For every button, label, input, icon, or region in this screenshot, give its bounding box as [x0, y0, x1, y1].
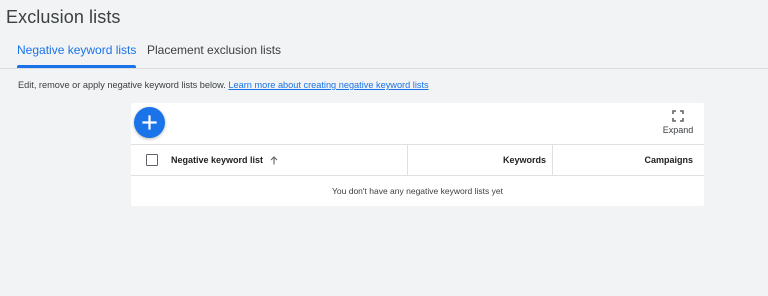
add-list-button[interactable]: [134, 107, 165, 138]
description: Edit, remove or apply negative keyword l…: [18, 80, 429, 90]
tab-placement-exclusion-lists[interactable]: Placement exclusion lists: [147, 36, 281, 67]
plus-icon: [142, 115, 157, 130]
select-all-checkbox[interactable]: [146, 154, 158, 166]
column-header-name[interactable]: Negative keyword list: [171, 145, 278, 175]
empty-state-message: You don't have any negative keyword list…: [332, 186, 503, 196]
tab-bar: Negative keyword lists Placement exclusi…: [0, 36, 768, 69]
column-divider: [552, 145, 553, 175]
negative-keyword-lists-card: Expand Negative keyword list Keywords Ca…: [131, 103, 704, 206]
column-header-campaigns[interactable]: Campaigns: [644, 145, 693, 175]
page-title: Exclusion lists: [6, 7, 121, 27]
description-text: Edit, remove or apply negative keyword l…: [18, 80, 229, 90]
fullscreen-icon: [672, 110, 684, 122]
learn-more-link[interactable]: Learn more about creating negative keywo…: [228, 80, 428, 90]
sort-ascending-icon: [270, 156, 277, 165]
expand-button[interactable]: Expand: [658, 110, 698, 135]
table-header: Negative keyword list Keywords Campaigns: [131, 144, 704, 176]
column-divider: [407, 145, 408, 175]
column-header-keywords[interactable]: Keywords: [503, 145, 546, 175]
expand-label: Expand: [662, 125, 694, 135]
column-header-name-label: Negative keyword list: [171, 155, 264, 165]
tab-negative-keyword-lists[interactable]: Negative keyword lists: [17, 36, 137, 68]
